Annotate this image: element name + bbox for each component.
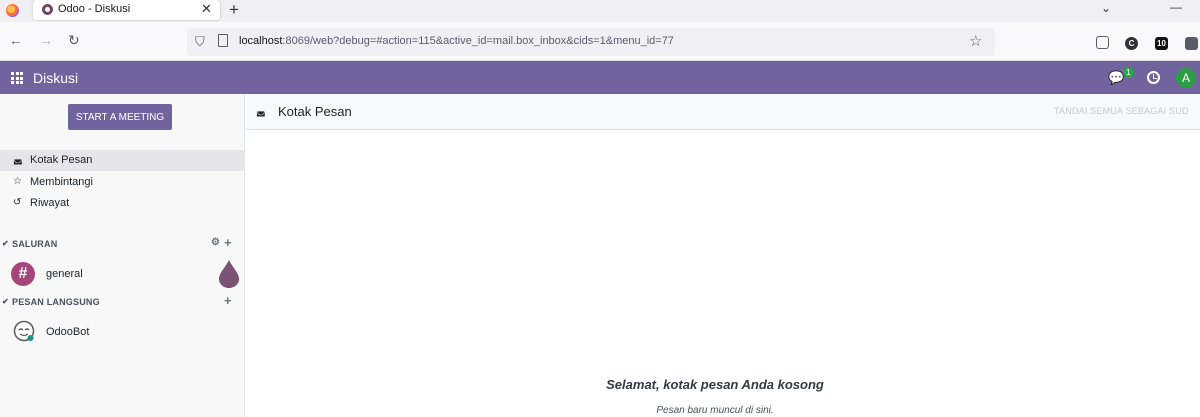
empty-inbox-title: Selamat, kotak pesan Anda kosong	[606, 377, 824, 392]
sidebar-item-starred[interactable]: ☆ Membintangi	[0, 172, 245, 193]
forward-icon[interactable]: →	[39, 32, 53, 48]
thread-header: ◛ Kotak Pesan TANDAI SEMUA SEBAGAI SUD	[246, 94, 1200, 130]
add-direct-message-icon[interactable]: +	[224, 293, 232, 308]
url-text[interactable]: localhost:8069/web?debug=#action=115&act…	[239, 35, 674, 47]
gear-icon[interactable]: ⚙	[211, 237, 220, 248]
drop-icon	[219, 260, 239, 288]
chevron-down-icon[interactable]: ⌄	[1101, 1, 1111, 15]
activity-clock-icon[interactable]	[1147, 71, 1160, 84]
extension-c-icon[interactable]: C	[1125, 37, 1138, 50]
chat-icon[interactable]: 💬	[1108, 70, 1124, 86]
app-name[interactable]: Diskusi	[33, 70, 78, 86]
browser-tab[interactable]: Odoo - Diskusi ✕	[33, 0, 220, 20]
shield-icon[interactable]: ⛉	[195, 34, 205, 50]
sidebar-item-inbox[interactable]: ◛ Kotak Pesan	[0, 150, 245, 171]
bookmark-star-icon[interactable]: ☆	[969, 32, 982, 50]
sidebar-item-label: Kotak Pesan	[30, 154, 93, 166]
apps-menu-icon[interactable]	[11, 72, 23, 84]
inbox-icon: ◛	[13, 154, 23, 165]
odoobot-avatar	[13, 320, 35, 342]
channels-header-label: SALURAN	[12, 239, 58, 249]
reload-icon[interactable]: ↻	[68, 32, 80, 49]
back-icon[interactable]: ←	[9, 32, 23, 48]
inbox-icon: ◛	[256, 106, 266, 117]
url-bar[interactable]: ⛉ localhost:8069/web?debug=#action=115&a…	[187, 28, 995, 56]
channel-item-general[interactable]: # general	[0, 260, 245, 288]
chat-item-odoobot[interactable]: OdooBot	[0, 318, 245, 346]
tab-close-icon[interactable]: ✕	[201, 1, 212, 17]
star-icon: ☆	[13, 176, 22, 187]
extension-10-icon[interactable]: 10	[1155, 37, 1168, 50]
direct-header-label: PESAN LANGSUNG	[12, 297, 100, 307]
channels-section-header[interactable]: ✔ SALURAN ⚙ +	[0, 235, 245, 253]
odoo-navbar: Diskusi 💬 1 A	[0, 61, 1200, 94]
caret-down-icon[interactable]: ✔	[2, 297, 9, 306]
mark-all-read-button[interactable]: TANDAI SEMUA SEBAGAI SUD	[1054, 106, 1189, 116]
channel-name: general	[46, 268, 83, 280]
pocket-icon[interactable]	[1096, 36, 1109, 49]
discuss-sidebar: START A MEETING ◛ Kotak Pesan ☆ Membinta…	[0, 94, 245, 417]
sidebar-item-label: Riwayat	[30, 197, 70, 209]
page-icon[interactable]	[218, 34, 228, 47]
odoo-favicon-icon	[42, 4, 53, 15]
empty-inbox-subtitle: Pesan baru muncul di sini.	[656, 405, 774, 416]
minimize-button[interactable]: —	[1170, 0, 1182, 14]
user-avatar[interactable]: A	[1176, 68, 1196, 88]
chat-counter-badge: 1	[1123, 67, 1134, 78]
start-meeting-button[interactable]: START A MEETING	[68, 104, 172, 130]
channel-hash-icon: #	[11, 262, 35, 286]
add-channel-icon[interactable]: +	[224, 235, 232, 250]
sidebar-item-history[interactable]: ↺ Riwayat	[0, 193, 245, 214]
firefox-logo-icon[interactable]	[6, 4, 19, 17]
history-icon: ↺	[13, 197, 22, 208]
browser-tab-strip: Odoo - Diskusi ✕ + ⌄ —	[0, 0, 1200, 22]
browser-toolbar: ← → ↻ ⛉ localhost:8069/web?debug=#action…	[0, 22, 1200, 61]
discuss-main: ◛ Kotak Pesan TANDAI SEMUA SEBAGAI SUD S…	[246, 94, 1200, 417]
sidebar-item-label: Membintangi	[30, 176, 93, 188]
extension-shield-icon[interactable]	[1185, 37, 1198, 50]
direct-messages-section-header[interactable]: ✔ PESAN LANGSUNG +	[0, 293, 245, 311]
chat-name: OdooBot	[46, 326, 90, 338]
caret-down-icon[interactable]: ✔	[2, 239, 9, 248]
tab-title: Odoo - Diskusi	[58, 3, 131, 15]
new-tab-button[interactable]: +	[229, 0, 239, 20]
thread-title: Kotak Pesan	[278, 104, 352, 119]
